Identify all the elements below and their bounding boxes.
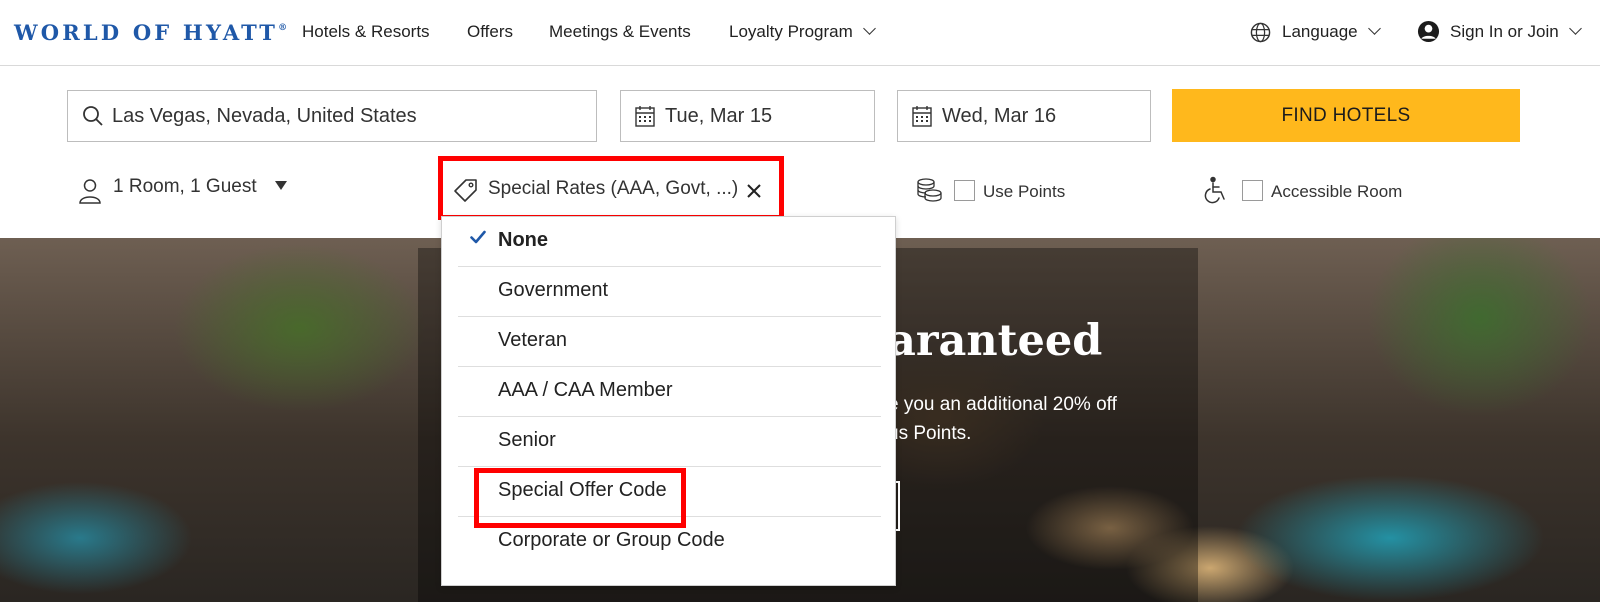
use-points-label: Use Points — [983, 182, 1066, 201]
rate-option-government[interactable]: Government — [458, 267, 881, 317]
annotation-highlight-special-offer-code — [474, 468, 686, 528]
top-navigation: WORLD OF HYATT® Hotels & Resorts Offers … — [0, 0, 1600, 66]
chevron-down-icon — [1367, 22, 1381, 35]
account-icon — [1417, 20, 1440, 43]
checkmark-icon — [470, 230, 486, 244]
nav-hotels-resorts[interactable]: Hotels & Resorts — [302, 22, 430, 42]
coins-icon — [917, 178, 942, 202]
hyatt-logo[interactable]: WORLD OF HYATT® — [14, 20, 287, 45]
destination-input[interactable]: Las Vegas, Nevada, United States — [67, 90, 597, 142]
rate-option-none[interactable]: None — [458, 217, 881, 267]
accessible-room-checkbox[interactable] — [1242, 180, 1263, 201]
nav-loyalty-program[interactable]: Loyalty Program — [729, 22, 876, 42]
rate-option-aaa-caa[interactable]: AAA / CAA Member — [458, 367, 881, 417]
caret-down-icon — [274, 181, 287, 190]
globe-icon — [1250, 22, 1271, 43]
chevron-down-icon — [1568, 22, 1582, 35]
rate-option-veteran[interactable]: Veteran — [458, 317, 881, 367]
hero-description: e you an additional 20% off us Points. — [888, 394, 1117, 444]
chevron-down-icon — [862, 22, 876, 35]
nav-offers[interactable]: Offers — [467, 22, 513, 42]
use-points-checkbox[interactable] — [954, 180, 975, 201]
sign-in-join[interactable]: Sign In or Join — [1450, 22, 1582, 42]
checkin-date-field[interactable]: Tue, Mar 15 — [620, 90, 875, 142]
special-rates-selector[interactable]: Special Rates (AAA, Govt, ...) — [488, 178, 738, 200]
calendar-icon — [912, 106, 932, 127]
rate-option-senior[interactable]: Senior — [458, 417, 881, 467]
language-selector[interactable]: Language — [1282, 22, 1381, 42]
special-rates-dropdown: None Government Veteran AAA / CAA Member… — [441, 216, 896, 586]
calendar-icon — [635, 106, 655, 127]
checkout-date-field[interactable]: Wed, Mar 16 — [897, 90, 1151, 142]
find-hotels-button[interactable]: FIND HOTELS — [1172, 89, 1520, 142]
nav-meetings-events[interactable]: Meetings & Events — [549, 22, 691, 42]
accessible-room-label: Accessible Room — [1271, 182, 1403, 201]
hero-title: aranteed — [888, 316, 1103, 366]
close-icon[interactable] — [746, 183, 762, 199]
accessibility-icon — [1204, 176, 1225, 204]
tag-icon — [454, 179, 477, 202]
guest-icon — [79, 179, 101, 204]
rooms-guests-selector[interactable]: 1 Room, 1 Guest — [113, 176, 287, 198]
search-icon — [83, 106, 103, 126]
